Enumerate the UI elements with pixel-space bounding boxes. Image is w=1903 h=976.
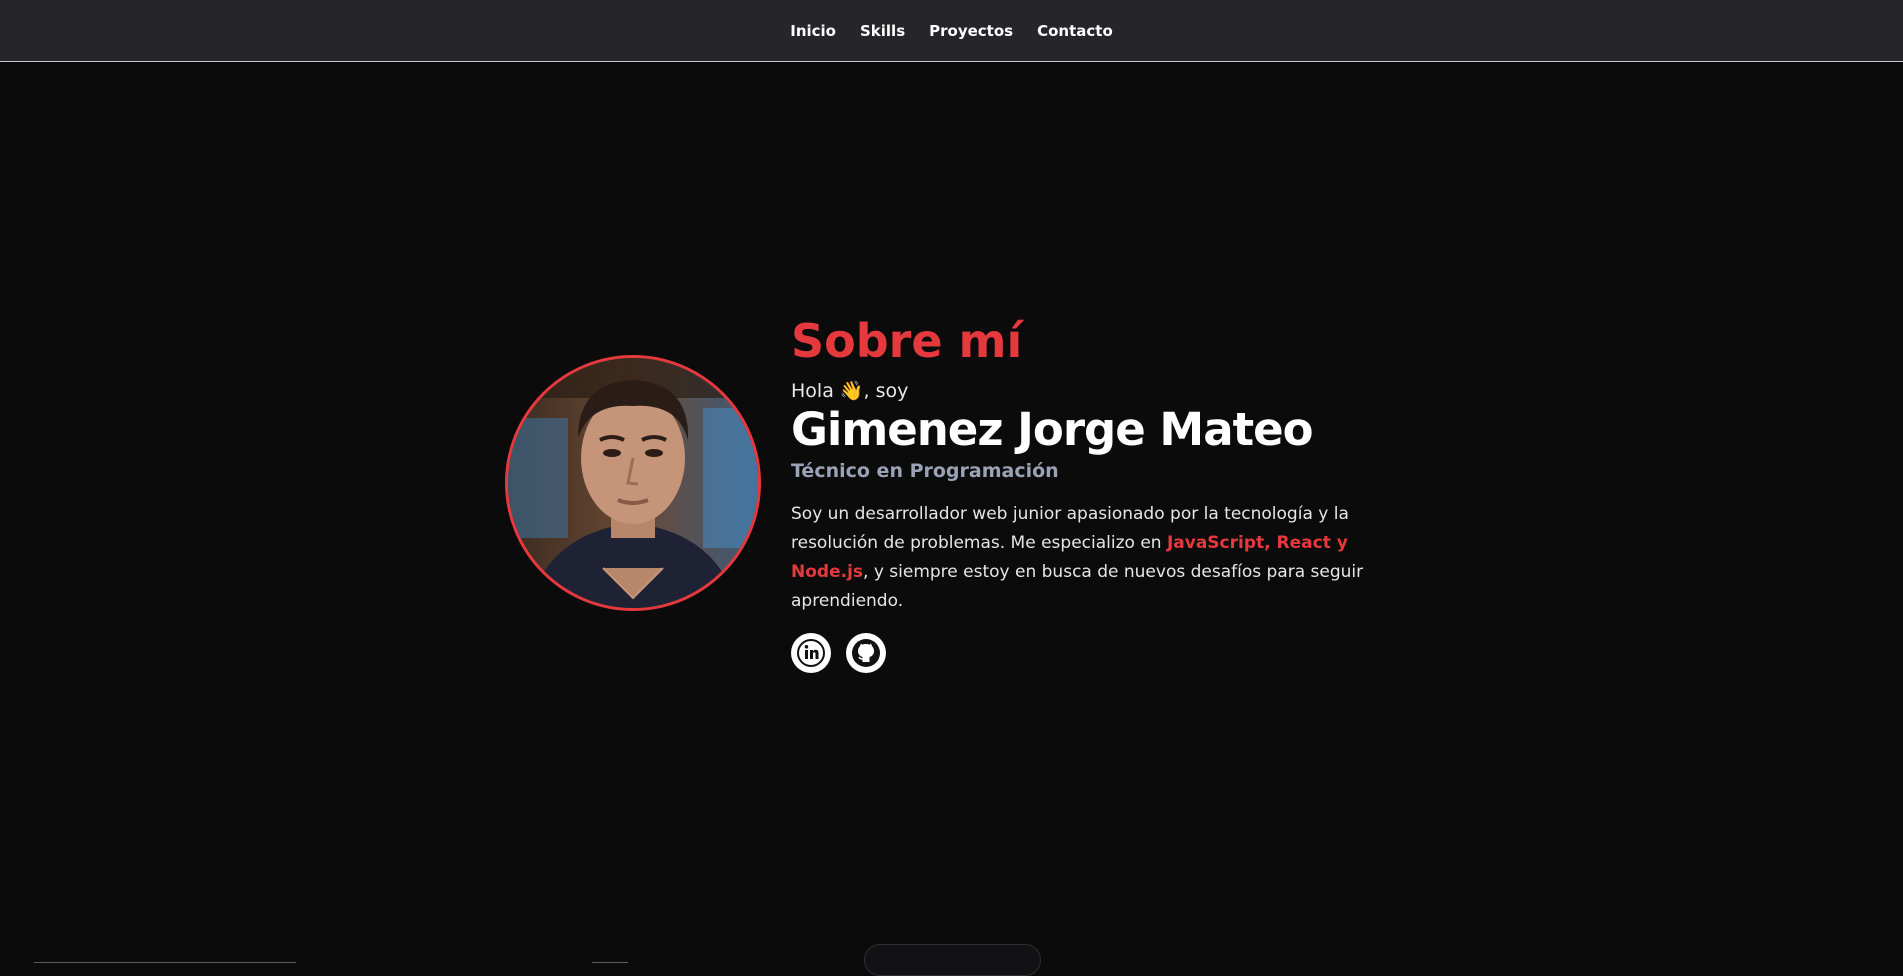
bottom-dock[interactable] [864,944,1041,976]
social-links [791,633,1411,673]
main-nav: Inicio Skills Proyectos Contacto [0,0,1903,62]
github-link[interactable] [846,633,886,673]
about-text: Sobre mí Hola 👋, soy Gimenez Jorge Mateo… [791,318,1411,673]
highlight-separator: , [1264,533,1277,553]
person-name: Gimenez Jorge Mateo [791,403,1314,456]
profile-photo-illustration [508,358,758,608]
nav-link-inicio[interactable]: Inicio [790,22,836,40]
description-suffix: , y siempre estoy en busca de nuevos des… [791,562,1364,611]
linkedin-link[interactable] [791,633,831,673]
job-title: Técnico en Programación [791,460,1059,482]
nav-link-proyectos[interactable]: Proyectos [929,22,1013,40]
github-icon [852,639,880,667]
nav-link-contacto[interactable]: Contacto [1037,22,1113,40]
highlight-javascript: JavaScript [1166,533,1265,553]
greeting: Hola 👋, soy [791,380,909,402]
section-title: Sobre mí [791,314,1023,368]
profile-photo [505,355,761,611]
top-navbar: Inicio Skills Proyectos Contacto [0,0,1903,62]
divider-line [592,962,628,963]
divider-line [34,962,296,963]
linkedin-icon [797,639,825,667]
about-description: Soy un desarrollador web junior apasiona… [791,500,1401,616]
nav-link-skills[interactable]: Skills [860,22,905,40]
